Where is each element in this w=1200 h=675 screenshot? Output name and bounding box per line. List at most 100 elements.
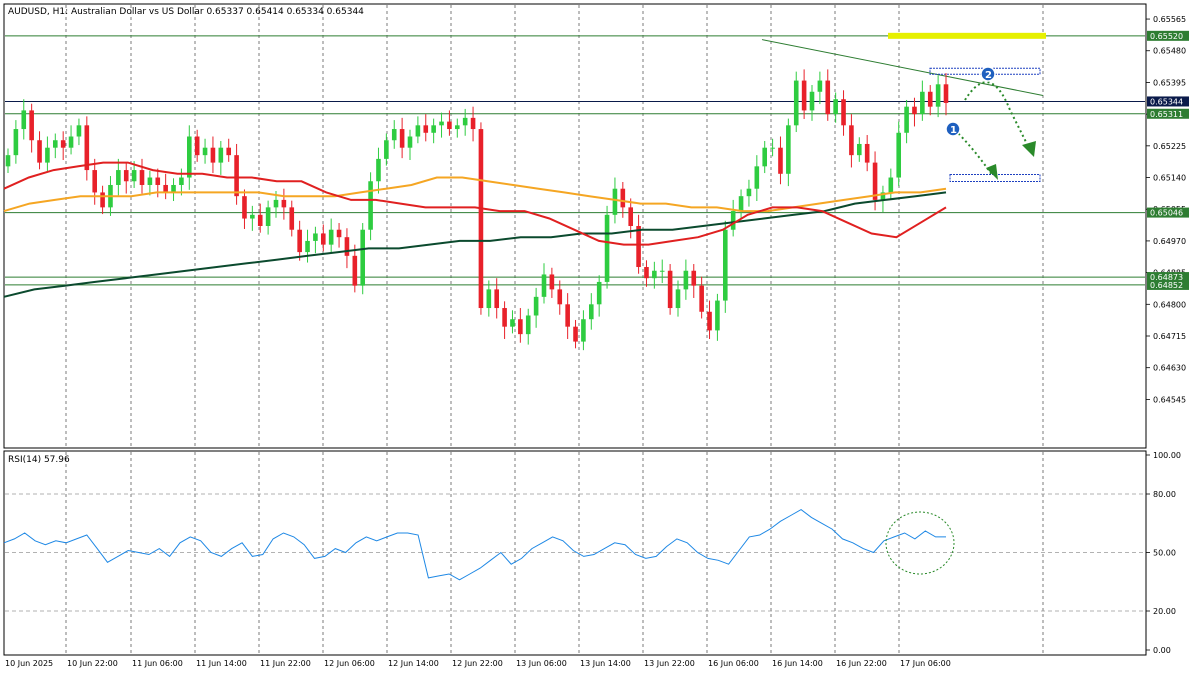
candle-body bbox=[667, 270, 673, 309]
candle-body bbox=[131, 170, 137, 182]
time-tick: 11 Jun 06:00 bbox=[132, 659, 183, 668]
price-label: 0.65344 bbox=[1147, 96, 1189, 107]
candle-body bbox=[439, 121, 444, 126]
time-tick: 13 Jun 06:00 bbox=[516, 659, 567, 668]
candle-body bbox=[470, 117, 476, 130]
candle-body bbox=[218, 147, 224, 163]
price-label-text: 0.65344 bbox=[1150, 97, 1183, 106]
candle-body bbox=[541, 274, 547, 297]
price-label-text: 0.65046 bbox=[1150, 209, 1183, 218]
rsi-label: RSI(14) 57.96 bbox=[8, 455, 70, 465]
candle-body bbox=[659, 270, 665, 272]
candle-body bbox=[250, 214, 255, 219]
candle-body bbox=[888, 177, 894, 193]
candle-body bbox=[265, 207, 271, 226]
candle-body bbox=[754, 166, 760, 189]
candle-body bbox=[825, 80, 831, 115]
candle-body bbox=[344, 237, 350, 256]
candle-body bbox=[399, 129, 405, 148]
candle-body bbox=[226, 147, 232, 156]
candle bbox=[478, 122, 484, 315]
price-tick: 0.65565 bbox=[1153, 15, 1186, 24]
candle-body bbox=[793, 80, 799, 126]
price-tick: 0.64630 bbox=[1153, 364, 1186, 373]
price-tick: 0.65140 bbox=[1153, 174, 1186, 183]
candle-body bbox=[904, 106, 909, 133]
rsi-pane bbox=[3, 450, 1147, 656]
candle-body bbox=[320, 233, 326, 245]
time-tick: 13 Jun 22:00 bbox=[644, 659, 695, 668]
candle-body bbox=[533, 296, 539, 316]
candle-body bbox=[691, 270, 697, 286]
time-tick: 16 Jun 14:00 bbox=[772, 659, 823, 668]
candle-body bbox=[573, 326, 578, 342]
candle-body bbox=[525, 315, 531, 335]
candle-body bbox=[856, 143, 862, 156]
price-label-text: 0.65311 bbox=[1150, 110, 1183, 119]
candle-body bbox=[644, 267, 649, 279]
candle-body bbox=[486, 289, 492, 309]
candle bbox=[793, 71, 799, 133]
candle-body bbox=[864, 143, 870, 163]
candle-body bbox=[194, 136, 200, 156]
candle-body bbox=[431, 125, 436, 133]
candle-body bbox=[155, 177, 161, 185]
price-tick: 0.64800 bbox=[1153, 300, 1186, 309]
candle-body bbox=[202, 147, 208, 156]
marker-2-label: 2 bbox=[985, 70, 992, 81]
candle-body bbox=[384, 140, 389, 159]
candle-body bbox=[100, 192, 105, 208]
candle-body bbox=[234, 155, 239, 197]
price-label: 0.65311 bbox=[1147, 108, 1189, 119]
candle-body bbox=[407, 136, 413, 148]
candle-body bbox=[652, 270, 657, 279]
time-tick: 12 Jun 14:00 bbox=[388, 659, 439, 668]
candle-body bbox=[628, 207, 634, 226]
candle-body bbox=[52, 140, 58, 148]
candle-body bbox=[715, 300, 720, 331]
price-tick: 0.65480 bbox=[1153, 47, 1186, 56]
highlight-zone bbox=[888, 32, 1046, 39]
candle-body bbox=[565, 304, 570, 327]
time-tick: 16 Jun 06:00 bbox=[708, 659, 759, 668]
candle-body bbox=[60, 140, 66, 148]
candle-body bbox=[770, 147, 775, 149]
candle-body bbox=[502, 308, 507, 327]
candle-body bbox=[447, 121, 452, 130]
time-tick: 16 Jun 22:00 bbox=[836, 659, 887, 668]
candle-body bbox=[352, 255, 358, 286]
candle-body bbox=[423, 125, 429, 133]
candle-body bbox=[179, 177, 184, 185]
candle-body bbox=[612, 188, 618, 215]
candle-body bbox=[76, 125, 82, 137]
time-tick: 11 Jun 22:00 bbox=[260, 659, 311, 668]
candle-body bbox=[604, 214, 610, 282]
candle-body bbox=[415, 125, 421, 137]
candle-body bbox=[92, 170, 98, 193]
candle-body bbox=[935, 84, 941, 107]
price-label: 0.65046 bbox=[1147, 207, 1189, 218]
candle-body bbox=[273, 199, 279, 208]
candle-body bbox=[289, 207, 295, 230]
candle-body bbox=[707, 311, 712, 331]
candle-body bbox=[328, 229, 334, 245]
price-tick: 0.64715 bbox=[1153, 332, 1186, 341]
candle-body bbox=[912, 106, 917, 115]
candle bbox=[722, 220, 728, 313]
candle-body bbox=[786, 125, 791, 174]
candle-body bbox=[391, 129, 397, 141]
time-tick: 11 Jun 14:00 bbox=[196, 659, 247, 668]
price-label-text: 0.64852 bbox=[1150, 281, 1183, 290]
price-labels: 0.655200.653440.653110.650460.648730.648… bbox=[1147, 30, 1189, 290]
candle-body bbox=[738, 196, 744, 212]
candle-body bbox=[45, 147, 50, 163]
price-label: 0.65520 bbox=[1147, 30, 1189, 41]
candle-body bbox=[809, 91, 815, 111]
time-tick: 10 Jun 2025 bbox=[5, 659, 53, 668]
candle-body bbox=[920, 91, 925, 115]
candle-body bbox=[841, 99, 846, 126]
candle-body bbox=[462, 117, 468, 126]
time-tick: 17 Jun 06:00 bbox=[900, 659, 951, 668]
candle-body bbox=[68, 136, 74, 148]
candle-body bbox=[896, 132, 902, 178]
